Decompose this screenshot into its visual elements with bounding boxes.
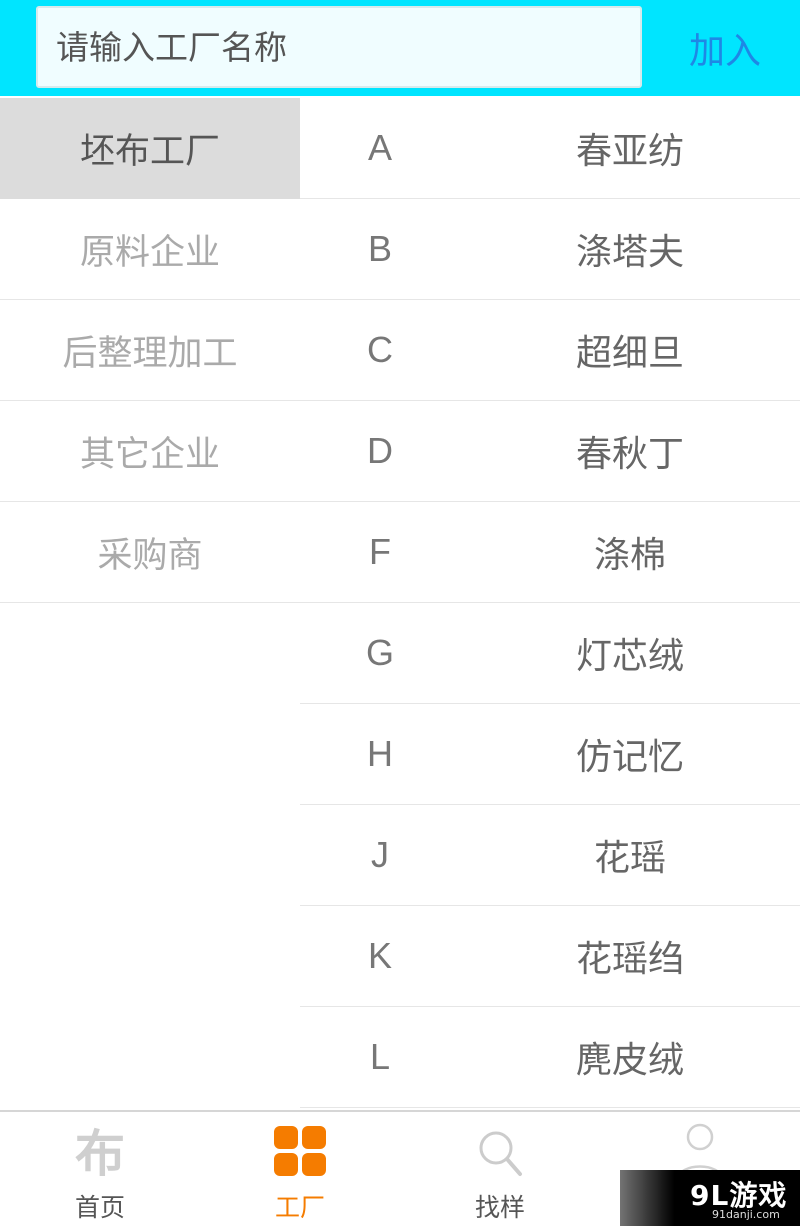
list-item[interactable]: L 麂皮绒 — [300, 1007, 800, 1108]
home-icon: 布 — [75, 1124, 125, 1183]
index-letter: K — [367, 935, 392, 976]
list-item[interactable]: G 灯芯绒 — [300, 603, 800, 704]
nav-home[interactable]: 布 首页 — [0, 1112, 200, 1226]
watermark-url: 91danji.com — [712, 1208, 780, 1221]
fabric-name: 涤塔夫 — [575, 232, 684, 273]
category-item-buyer[interactable]: 采购商 — [0, 502, 300, 603]
list-item[interactable]: H 仿记忆 — [300, 704, 800, 805]
fabric-name: 仿记忆 — [575, 737, 684, 778]
list-item[interactable]: F 涤棉 — [300, 502, 800, 603]
watermark-logo: 9L游戏 91danji.com — [620, 1170, 800, 1226]
category-item-finishing[interactable]: 后整理加工 — [0, 300, 300, 401]
index-letter: D — [367, 430, 393, 471]
list-item[interactable]: D 春秋丁 — [300, 401, 800, 502]
nav-factory[interactable]: 工厂 — [200, 1112, 400, 1226]
index-letter: C — [367, 329, 393, 370]
factory-name-input[interactable] — [38, 8, 640, 86]
fabric-name: 花瑶 — [593, 838, 666, 879]
index-letter: G — [365, 632, 394, 673]
nav-find-sample[interactable]: 找样 — [400, 1112, 600, 1226]
list-item[interactable]: K 花瑶绉 — [300, 906, 800, 1007]
fabric-name: 春秋丁 — [575, 434, 684, 475]
nav-home-label: 首页 — [74, 1193, 125, 1222]
category-list: 坯布工厂 原料企业 后整理加工 其它企业 采购商 — [0, 98, 300, 603]
index-letter: H — [367, 733, 393, 774]
list-item[interactable]: C 超细旦 — [300, 300, 800, 401]
fabric-name: 春亚纺 — [575, 131, 684, 172]
search-box[interactable] — [36, 6, 642, 88]
search-icon — [479, 1131, 522, 1176]
nav-factory-label: 工厂 — [274, 1193, 325, 1222]
index-letter: B — [367, 228, 392, 269]
index-letter: F — [369, 531, 391, 572]
join-button[interactable]: 加入 — [650, 0, 800, 96]
fabric-name: 超细旦 — [575, 333, 684, 374]
top-bar: 加入 — [0, 0, 800, 96]
list-item[interactable]: J 花瑶 — [300, 805, 800, 906]
list-item[interactable]: A 春亚纺 — [300, 98, 800, 199]
grid-icon — [274, 1126, 326, 1176]
category-item-other[interactable]: 其它企业 — [0, 401, 300, 502]
index-letter: J — [371, 834, 389, 875]
fabric-name: 涤棉 — [593, 535, 666, 576]
fabric-name: 花瑶绉 — [575, 939, 684, 980]
list-item[interactable]: B 涤塔夫 — [300, 199, 800, 300]
fabric-list: A 春亚纺 B 涤塔夫 C 超细旦 D 春秋丁 F 涤棉 G 灯芯绒 H 仿记忆… — [300, 98, 800, 1108]
fabric-name: 麂皮绒 — [575, 1040, 684, 1081]
fabric-name: 灯芯绒 — [575, 636, 684, 677]
index-letter: L — [369, 1036, 391, 1077]
category-item-greige-factory[interactable]: 坯布工厂 — [0, 98, 300, 199]
nav-find-sample-label: 找样 — [474, 1193, 525, 1222]
index-letter: A — [367, 127, 392, 168]
category-item-raw-material[interactable]: 原料企业 — [0, 199, 300, 300]
